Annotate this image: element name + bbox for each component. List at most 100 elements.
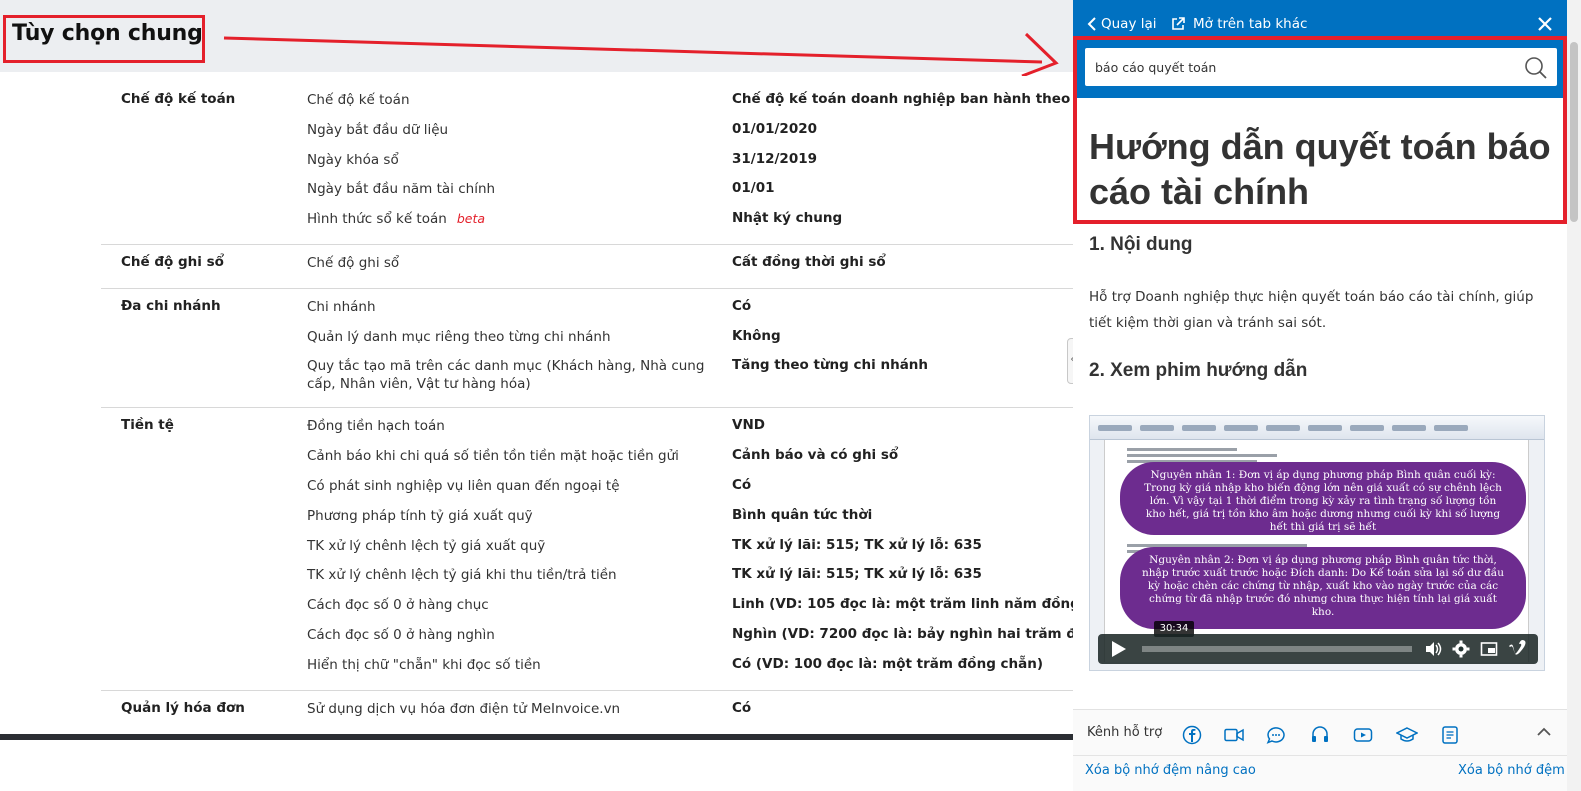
open-new-tab-button[interactable]: Mở trên tab khác xyxy=(1171,16,1307,32)
page-header: Tùy chọn chung xyxy=(0,0,1083,76)
settings-group-title: Chế độ kế toán xyxy=(121,91,236,107)
settings-row: TK xử lý chênh lệch tỷ giá xuất quỹ TK xử… xyxy=(101,532,1083,562)
settings-label-text: Có phát sinh nghiệp vụ liên quan đến ngo… xyxy=(307,477,620,494)
settings-label-text: Ngày bắt đầu dữ liệu xyxy=(307,121,449,138)
video-player[interactable]: Nguyên nhân 1: Đơn vị áp dụng phương phá… xyxy=(1089,415,1545,671)
external-link-icon xyxy=(1172,17,1185,30)
settings-label: Cảnh báo khi chi quá số tiền tồn tiền mặ… xyxy=(307,447,707,465)
youtube-icon[interactable] xyxy=(1352,724,1374,746)
page-title-highlight: Tùy chọn chung xyxy=(3,15,205,63)
settings-label: Hiển thị chữ "chẵn" khi đọc số tiền xyxy=(307,656,707,674)
settings-value: Nghìn (VD: 7200 đọc là: bảy nghìn hai tr… xyxy=(732,625,1083,642)
settings-value: 31/12/2019 xyxy=(732,150,818,167)
settings-label: Đồng tiền hạch toán xyxy=(307,417,707,435)
settings-row: Hiển thị chữ "chẵn" khi đọc số tiền Có (V… xyxy=(101,651,1083,681)
settings-label: Cách đọc số 0 ở hàng chục xyxy=(307,596,707,614)
settings-row: Chế độ kế toán Chế độ kế toán Chế độ kế to… xyxy=(101,86,1083,116)
back-button[interactable]: Quay lại xyxy=(1087,16,1157,32)
help-article-body: 1. Nội dung Hỗ trợ Doanh nghiệp thực hiệ… xyxy=(1073,224,1567,709)
settings-label: Quy tắc tạo mã trên các danh mục (Khách … xyxy=(307,357,707,393)
video-call-icon[interactable] xyxy=(1223,724,1245,746)
support-channels-label: Kênh hỗ trợ xyxy=(1087,725,1163,740)
settings-group-title: Đa chi nhánh xyxy=(121,297,221,314)
page-title: Tùy chọn chung xyxy=(12,21,203,46)
clear-advanced-cache-link[interactable]: Xóa bộ nhớ đệm nâng cao xyxy=(1085,763,1256,778)
settings-group: Tiền tệ Đồng tiền hạch toán VND Cảnh báo kh… xyxy=(101,408,1083,691)
settings-label: Chế độ kế toán xyxy=(307,91,707,109)
scrollbar-thumb[interactable] xyxy=(1570,42,1578,222)
headset-icon[interactable] xyxy=(1309,724,1331,746)
settings-value: Có (VD: 100 đọc là: một trăm đồng chẵn) xyxy=(732,655,1044,672)
settings-label: Có phát sinh nghiệp vụ liên quan đến ngo… xyxy=(307,477,707,495)
facebook-icon[interactable] xyxy=(1181,724,1203,746)
settings-value: Chế độ kế toán doanh nghiệp ban hành the… xyxy=(732,91,1083,107)
settings-row: Quản lý danh mục riêng theo từng chi nhá… xyxy=(101,323,1083,353)
close-icon[interactable] xyxy=(1535,14,1555,34)
settings-row: Hình thức sổ kế toán beta Nhật ký chung xyxy=(101,205,1083,235)
settings-label: Sử dụng dịch vụ hóa đơn điện tử MeInvoic… xyxy=(307,700,707,718)
settings-label-text: Chế độ ghi sổ xyxy=(307,254,400,271)
settings-value: TK xử lý lãi: 515; TK xử lý lỗ: 635 xyxy=(732,536,982,553)
annotation-arrow xyxy=(223,32,1059,76)
settings-row: Quy tắc tạo mã trên các danh mục (Khách … xyxy=(101,352,1083,398)
settings-value: 01/01 xyxy=(732,180,775,197)
search-icon[interactable] xyxy=(1523,56,1549,80)
footer-divider xyxy=(1073,755,1567,756)
video-controls xyxy=(1098,634,1538,664)
settings-label-text: Ngày bắt đầu năm tài chính xyxy=(307,181,496,198)
chat-icon[interactable] xyxy=(1265,724,1287,746)
document-icon[interactable] xyxy=(1439,724,1461,746)
settings-value: Có xyxy=(732,699,752,716)
settings-row: Tiền tệ Đồng tiền hạch toán VND xyxy=(101,412,1083,442)
settings-row: Đa chi nhánh Chi nhánh Có xyxy=(101,293,1083,323)
settings-row: Ngày khóa sổ 31/12/2019 xyxy=(101,146,1083,176)
bottom-taskbar xyxy=(0,734,1083,740)
help-topbar: Quay lại Mở trên tab khác xyxy=(1073,0,1567,38)
settings-label: Ngày bắt đầu năm tài chính xyxy=(307,180,707,198)
settings-value: Bình quân tức thời xyxy=(732,506,873,523)
help-panel: Quay lại Mở trên tab khác Hướng dẫn quyế… xyxy=(1073,0,1581,791)
settings-label-text: Quản lý danh mục riêng theo từng chi nhá… xyxy=(307,328,611,345)
settings-label-text: Chi nhánh xyxy=(307,298,376,315)
settings-value: VND xyxy=(732,417,765,434)
video-callout: Nguyên nhân 1: Đơn vị áp dụng phương phá… xyxy=(1120,462,1526,535)
settings-value: Linh (VD: 105 đọc là: một trăm linh năm … xyxy=(732,596,1083,613)
settings-label-text: Cách đọc số 0 ở hàng nghìn xyxy=(307,626,495,643)
settings-row: Cách đọc số 0 ở hàng nghìn Nghìn (VD: 720… xyxy=(101,621,1083,651)
settings-label: Ngày bắt đầu dữ liệu xyxy=(307,121,707,139)
video-progress-bar[interactable] xyxy=(1142,646,1412,652)
play-icon[interactable] xyxy=(1108,640,1128,658)
search-input[interactable] xyxy=(1085,48,1515,86)
settings-row: Chế độ ghi sổ Chế độ ghi sổ Cất đồng thời … xyxy=(101,249,1083,279)
settings-label: TK xử lý chênh lệch tỷ giá khi thu tiền/… xyxy=(307,566,707,584)
volume-icon[interactable] xyxy=(1424,640,1442,658)
settings-value: 01/01/2020 xyxy=(732,120,818,137)
search-band xyxy=(1077,40,1563,98)
settings-list: Chế độ kế toán Chế độ kế toán Chế độ kế to… xyxy=(101,82,1083,733)
settings-label-text: Ngày khóa sổ xyxy=(307,151,399,168)
settings-value: Nhật ký chung xyxy=(732,210,843,227)
scrollbar[interactable] xyxy=(1567,0,1581,791)
settings-group: Đa chi nhánh Chi nhánh Có Quản lý danh mục … xyxy=(101,289,1083,409)
settings-row: Có phát sinh nghiệp vụ liên quan đến ngo… xyxy=(101,472,1083,502)
settings-label-text: TK xử lý chênh lệch tỷ giá xuất quỹ xyxy=(307,537,546,554)
settings-group-title: Quản lý hóa đơn xyxy=(121,699,245,716)
settings-row: Ngày bắt đầu năm tài chính 01/01 xyxy=(101,175,1083,205)
settings-group-title: Chế độ ghi sổ xyxy=(121,253,224,270)
settings-label-text: Hình thức sổ kế toán xyxy=(307,211,447,228)
chevron-up-icon[interactable] xyxy=(1535,723,1553,741)
settings-row: Ngày bắt đầu dữ liệu 01/01/2020 xyxy=(101,116,1083,146)
picture-in-picture-icon[interactable] xyxy=(1480,640,1498,658)
settings-label-text: Quy tắc tạo mã trên các danh mục (Khách … xyxy=(307,358,705,393)
settings-value: Có xyxy=(732,297,752,314)
academy-icon[interactable] xyxy=(1396,724,1418,746)
vimeo-icon[interactable] xyxy=(1508,640,1526,658)
settings-label: Quản lý danh mục riêng theo từng chi nhá… xyxy=(307,328,707,346)
settings-label-text: TK xử lý chênh lệch tỷ giá khi thu tiền/… xyxy=(307,567,617,584)
settings-row: TK xử lý chênh lệch tỷ giá khi thu tiền/… xyxy=(101,561,1083,591)
clear-cache-link[interactable]: Xóa bộ nhớ đệm xyxy=(1458,763,1565,778)
settings-gear-icon[interactable] xyxy=(1452,640,1470,658)
beta-badge: beta xyxy=(456,211,485,227)
settings-label-text: Hiển thị chữ "chẵn" khi đọc số tiền xyxy=(307,656,541,673)
settings-row: Cách đọc số 0 ở hàng chục Linh (VD: 105 đ… xyxy=(101,591,1083,621)
